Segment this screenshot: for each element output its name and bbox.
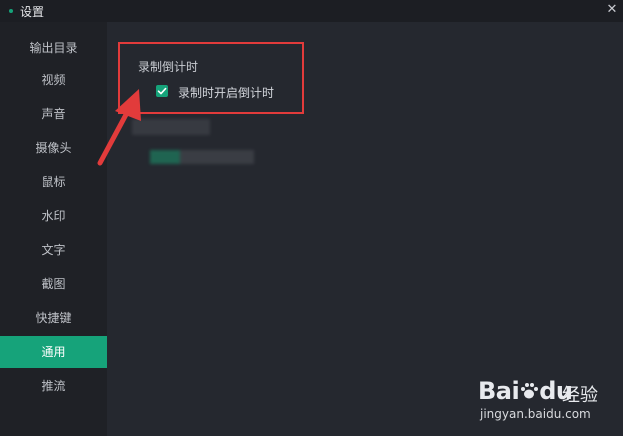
sidebar-item-text[interactable]: 文字 — [0, 234, 107, 266]
close-button[interactable]: ✕ — [604, 1, 620, 19]
title-bar: 设置 ✕ — [0, 0, 623, 22]
sidebar-item-audio[interactable]: 声音 — [0, 98, 107, 130]
sidebar-item-hotkeys[interactable]: 快捷键 — [0, 302, 107, 334]
watermark-brand: Bai du — [478, 377, 573, 405]
annotation-arrow-icon — [97, 89, 141, 166]
sidebar-item-camera[interactable]: 摄像头 — [0, 132, 107, 164]
sidebar-item-streaming[interactable]: 推流 — [0, 370, 107, 402]
baidu-jingyan-watermark: Bai du 经验 jingyan.baidu.com — [478, 373, 618, 433]
watermark-brand-cn: 经验 — [562, 385, 598, 406]
sidebar-item-watermark[interactable]: 水印 — [0, 200, 107, 232]
sidebar-item-general[interactable]: 通用 — [0, 336, 107, 368]
watermark-url: jingyan.baidu.com — [480, 407, 591, 421]
settings-sidebar: 输出目录 视频 声音 摄像头 鼠标 水印 文字 截图 快捷键 通用 推流 — [0, 22, 107, 436]
sidebar-item-video[interactable]: 视频 — [0, 64, 107, 96]
sidebar-item-screenshot[interactable]: 截图 — [0, 268, 107, 300]
sidebar-item-output-dir[interactable]: 输出目录 — [0, 32, 107, 64]
app-dot-icon — [9, 9, 13, 13]
sidebar-item-mouse[interactable]: 鼠标 — [0, 166, 107, 198]
window-title: 设置 — [20, 5, 45, 19]
paw-icon — [519, 377, 539, 405]
